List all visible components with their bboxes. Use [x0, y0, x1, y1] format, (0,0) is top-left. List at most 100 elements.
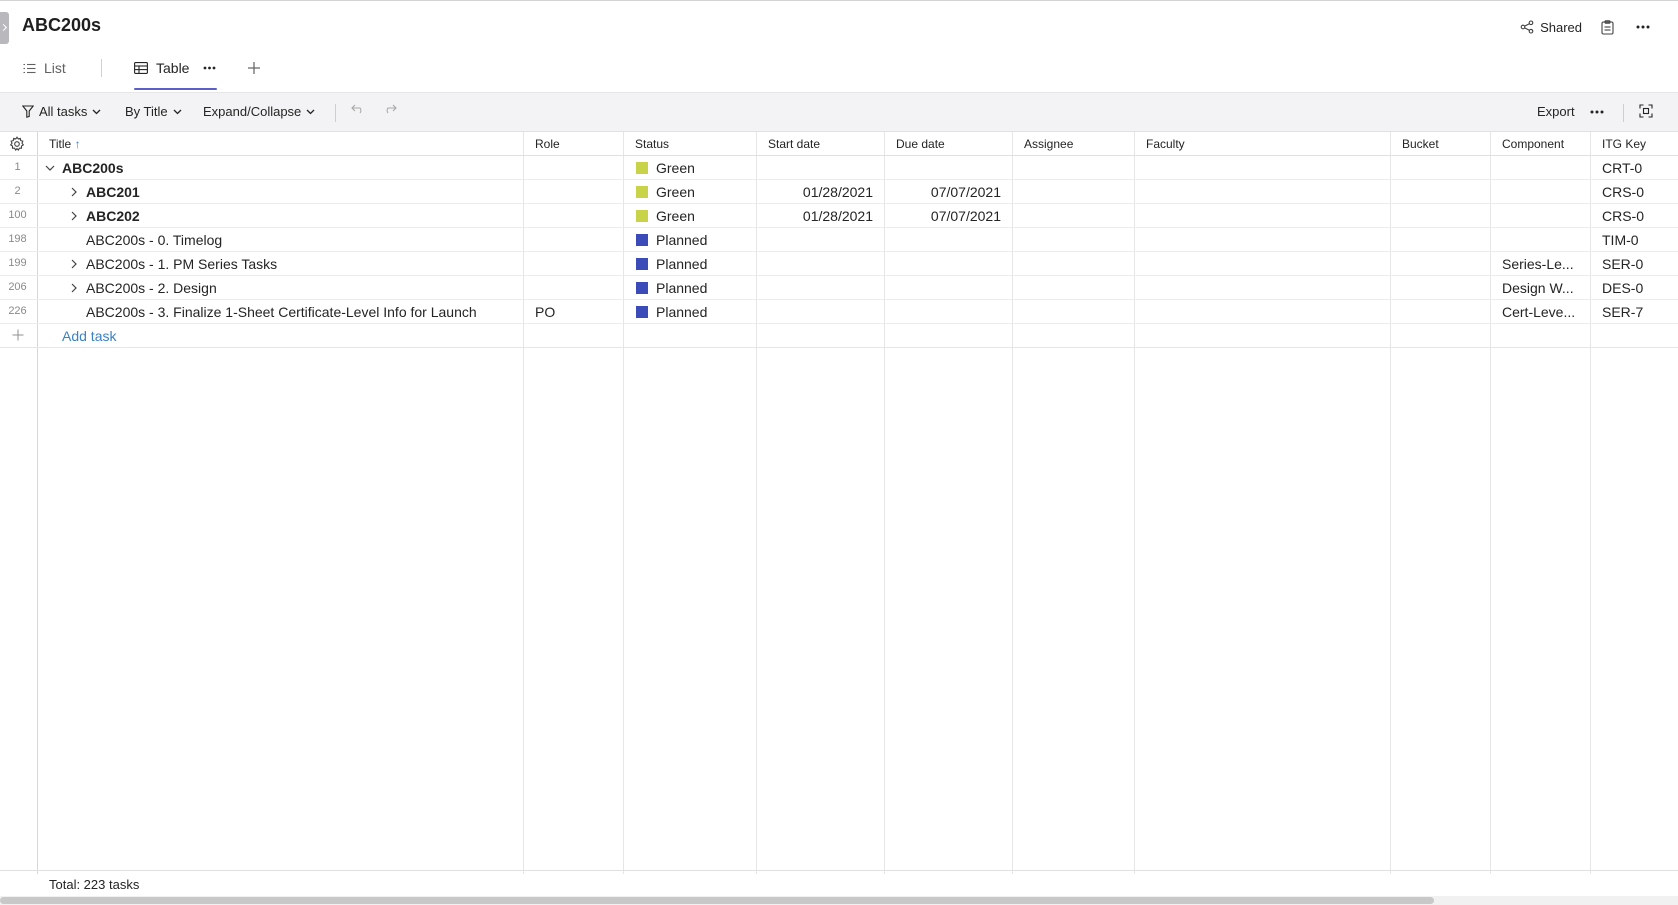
column-header-status[interactable]: Status — [635, 137, 669, 151]
plus-icon — [248, 62, 260, 74]
expand-label: Expand/Collapse — [203, 104, 302, 119]
task-title[interactable]: ABC200s - 2. Design — [86, 280, 217, 296]
tab-table[interactable]: Table — [134, 60, 216, 76]
status-color-swatch — [636, 258, 648, 270]
tab-list-label: List — [44, 60, 66, 76]
group-by-dropdown[interactable]: By Title — [125, 104, 182, 119]
add-task-row: Add task — [0, 324, 1678, 348]
status-value[interactable]: Planned — [656, 304, 707, 320]
column-header-title[interactable]: Title ↑ — [49, 137, 81, 151]
column-header-role[interactable]: Role — [535, 137, 560, 151]
task-title[interactable]: ABC202 — [86, 208, 140, 224]
tab-table-label: Table — [156, 60, 190, 76]
status-value[interactable]: Green — [656, 160, 695, 176]
group-label: By Title — [125, 104, 168, 119]
undo-icon — [351, 104, 362, 114]
component-value[interactable]: Cert-Leve... — [1502, 304, 1586, 320]
more-horizontal-icon — [1590, 110, 1604, 114]
column-header-itg-key[interactable]: ITG Key — [1602, 137, 1646, 151]
sidebar-toggle[interactable] — [0, 12, 9, 44]
column-title-label: Title — [49, 137, 72, 151]
chevron-right-icon[interactable] — [67, 209, 81, 223]
shared-label: Shared — [1540, 19, 1582, 35]
clipboard-icon — [1600, 19, 1614, 35]
fullscreen-button[interactable] — [1639, 104, 1653, 118]
task-title[interactable]: ABC200s - 3. Finalize 1-Sheet Certificat… — [86, 304, 518, 320]
status-value[interactable]: Planned — [656, 256, 707, 272]
expand-collapse-dropdown[interactable]: Expand/Collapse — [203, 104, 315, 119]
export-label: Export — [1537, 104, 1575, 119]
column-header-assignee[interactable]: Assignee — [1024, 137, 1073, 151]
task-grid: Title ↑ Role Status Start date Due date … — [0, 132, 1678, 874]
role-value[interactable]: PO — [535, 304, 555, 320]
export-button[interactable]: Export — [1537, 104, 1575, 119]
component-value[interactable]: Design W... — [1502, 280, 1586, 296]
table-row[interactable]: 198 ABC200s - 0. Timelog Planned TIM-0 — [0, 228, 1678, 252]
status-color-swatch — [636, 186, 648, 198]
chevron-right-icon[interactable] — [67, 257, 81, 271]
task-title[interactable]: ABC200s - 1. PM Series Tasks — [86, 256, 277, 272]
app-header: ABC200s Shared — [0, 0, 1678, 50]
itg-key-value[interactable]: DES-0 — [1602, 280, 1643, 296]
task-title[interactable]: ABC200s - 0. Timelog — [86, 232, 222, 248]
notes-button[interactable] — [1596, 16, 1618, 38]
filter-dropdown[interactable]: All tasks — [22, 104, 101, 119]
itg-key-value[interactable]: SER-0 — [1602, 256, 1643, 272]
column-header-due-date[interactable]: Due date — [896, 137, 945, 151]
task-title[interactable]: ABC201 — [86, 184, 140, 200]
shared-button[interactable]: Shared — [1520, 20, 1582, 35]
status-value[interactable]: Green — [656, 208, 695, 224]
table-row[interactable]: 206 ABC200s - 2. Design Planned Design W… — [0, 276, 1678, 300]
itg-key-value[interactable]: SER-7 — [1602, 304, 1643, 320]
page-title: ABC200s — [22, 15, 102, 35]
toolbar-more-button[interactable] — [1590, 110, 1604, 114]
chevron-right-icon[interactable] — [67, 281, 81, 295]
due-date-value[interactable]: 07/07/2021 — [884, 208, 1001, 224]
row-number: 100 — [8, 209, 27, 221]
task-title[interactable]: ABC200s — [62, 160, 123, 176]
table-row[interactable]: 2 ABC201 Green 01/28/2021 07/07/2021 CRS… — [0, 180, 1678, 204]
component-value[interactable]: Series-Le... — [1502, 256, 1586, 272]
gear-icon[interactable] — [9, 136, 25, 152]
due-date-value[interactable]: 07/07/2021 — [884, 184, 1001, 200]
header-actions: Shared — [1520, 16, 1654, 38]
table-row[interactable]: 1 ABC200s Green CRT-0 — [0, 156, 1678, 180]
undo-button[interactable] — [351, 104, 365, 114]
tab-list[interactable]: List — [23, 60, 66, 76]
horizontal-scrollbar[interactable] — [0, 896, 1678, 905]
table-row[interactable]: 100 ABC202 Green 01/28/2021 07/07/2021 C… — [0, 204, 1678, 228]
grid-toolbar: All tasks By Title Expand/Collapse Expor… — [0, 92, 1678, 132]
table-row[interactable]: 226 ABC200s - 3. Finalize 1-Sheet Certif… — [0, 300, 1678, 324]
start-date-value[interactable]: 01/28/2021 — [756, 208, 873, 224]
column-header-start-date[interactable]: Start date — [768, 137, 820, 151]
status-value[interactable]: Green — [656, 184, 695, 200]
add-task-button[interactable]: Add task — [62, 328, 116, 344]
column-header-faculty[interactable]: Faculty — [1146, 137, 1185, 151]
column-header-bucket[interactable]: Bucket — [1402, 137, 1439, 151]
sort-ascending-icon: ↑ — [74, 137, 81, 151]
itg-key-value[interactable]: CRS-0 — [1602, 208, 1644, 224]
redo-button[interactable] — [383, 104, 397, 114]
itg-key-value[interactable]: CRT-0 — [1602, 160, 1642, 176]
start-date-value[interactable]: 01/28/2021 — [756, 184, 873, 200]
chevron-right-icon[interactable] — [67, 185, 81, 199]
row-number: 199 — [8, 257, 27, 269]
itg-key-value[interactable]: TIM-0 — [1602, 232, 1639, 248]
table-row[interactable]: 199 ABC200s - 1. PM Series Tasks Planned… — [0, 252, 1678, 276]
table-icon — [134, 62, 148, 74]
row-number: 206 — [8, 281, 27, 293]
add-view-button[interactable] — [247, 56, 265, 80]
toolbar-divider — [335, 104, 336, 122]
status-value[interactable]: Planned — [656, 280, 707, 296]
more-options-button[interactable] — [1632, 16, 1654, 38]
column-header-component[interactable]: Component — [1502, 137, 1564, 151]
status-color-swatch — [636, 210, 648, 222]
plus-icon[interactable] — [11, 328, 25, 342]
tab-more-icon[interactable] — [203, 66, 216, 70]
status-value[interactable]: Planned — [656, 232, 707, 248]
row-number: 1 — [14, 161, 21, 173]
scrollbar-thumb[interactable] — [0, 897, 1434, 904]
itg-key-value[interactable]: CRS-0 — [1602, 184, 1644, 200]
chevron-down-icon — [92, 109, 101, 114]
chevron-down-icon[interactable] — [43, 161, 57, 175]
